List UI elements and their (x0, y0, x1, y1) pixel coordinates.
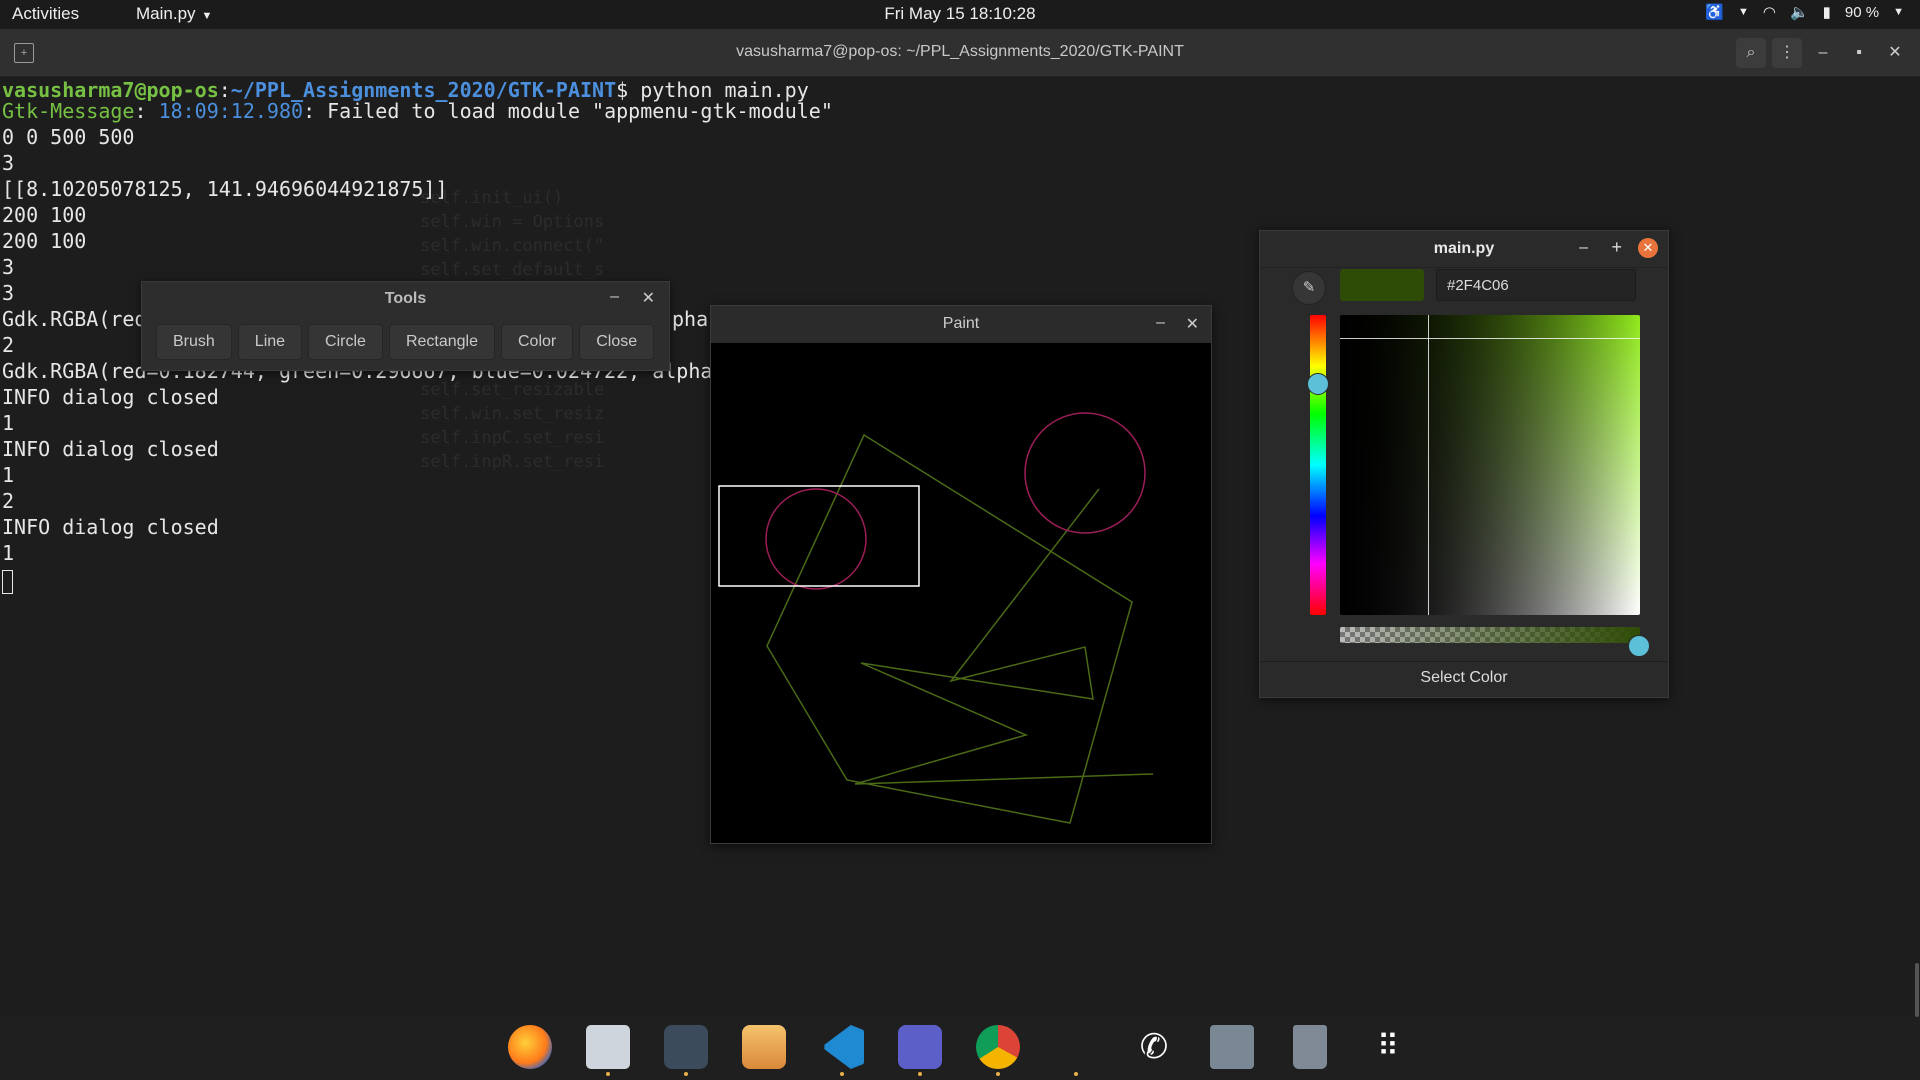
saturation-value-shade (1340, 315, 1640, 615)
tools-window: Tools – ✕ Brush Line Circle Rectangle Co… (141, 281, 670, 371)
chrome-icon[interactable] (976, 1025, 1020, 1069)
running-indicator (918, 1072, 922, 1076)
files-icon[interactable] (586, 1025, 630, 1069)
maximize-button[interactable]: + (1611, 237, 1622, 258)
terminal-icon[interactable] (664, 1025, 708, 1069)
output-line: INFO dialog closed (2, 515, 219, 539)
trash-icon[interactable] (1293, 1025, 1327, 1069)
close-tools-button[interactable]: Close (579, 324, 655, 360)
terminal-title: vasusharma7@pop-os: ~/PPL_Assignments_20… (736, 43, 1184, 60)
terminal-scrollbar[interactable] (1915, 963, 1919, 1017)
output-line: 0 0 500 500 (2, 125, 135, 149)
teams-icon[interactable] (898, 1025, 942, 1069)
output-line: Gdk.RGBA(red (2, 307, 147, 331)
running-indicator (684, 1072, 688, 1076)
output-line: [[8.10205078125, 141.94696044921875]] (2, 177, 448, 201)
minimize-button[interactable]: – (1156, 314, 1165, 332)
terminal-cursor (2, 570, 13, 594)
dock: ✆ ⠿ (0, 1017, 1920, 1080)
battery-level: 90 % (1844, 3, 1880, 21)
alpha-slider[interactable] (1340, 627, 1640, 643)
app-grid-icon[interactable]: ⠿ (1366, 1025, 1410, 1069)
output-line: INFO dialog closed (2, 385, 219, 409)
output-line: 2 (2, 489, 15, 513)
gtk-msg-time: 18:09:12.980 (158, 99, 304, 123)
alpha-slider-handle[interactable] (1628, 635, 1650, 657)
dialog-header: main.py – + ✕ (1260, 231, 1668, 268)
paint-window-title: Paint (942, 315, 980, 332)
firefox-icon[interactable] (508, 1025, 552, 1069)
minimize-button[interactable]: – (1808, 38, 1838, 68)
volume-icon: 🔈 (1789, 4, 1809, 21)
minimize-button[interactable]: – (1579, 239, 1588, 257)
hex-color-input[interactable]: #2F4C06 (1436, 269, 1636, 301)
circle-button[interactable]: Circle (308, 324, 383, 360)
gtk-msg-word: Message (50, 99, 135, 123)
output-line: 1 (2, 411, 15, 435)
output-line: 3 (2, 281, 15, 305)
output-line: 3 (2, 151, 15, 175)
accessibility-icon[interactable]: ♿ (1705, 3, 1724, 21)
output-line-tail: pha (672, 307, 709, 331)
clock[interactable]: Fri May 15 18:10:28 (0, 4, 1920, 24)
close-button[interactable]: ✕ (1638, 238, 1658, 258)
output-line: 1 (2, 541, 15, 565)
output-line: 200 100 (2, 203, 87, 227)
vscode-icon[interactable] (824, 1025, 864, 1069)
output-line: 200 100 (2, 229, 87, 253)
close-button[interactable]: ✕ (1186, 314, 1199, 334)
hue-slider-handle[interactable] (1307, 373, 1329, 395)
drawing-canvas[interactable] (711, 343, 1211, 843)
color-chooser-dialog: main.py – + ✕ ✎ #2F4C06 Select Color (1259, 230, 1669, 698)
dialog-title: main.py (1433, 240, 1495, 257)
hue-slider[interactable] (1310, 315, 1326, 615)
color-button[interactable]: Color (500, 324, 574, 360)
close-button[interactable]: ✕ (642, 288, 655, 308)
wifi-icon: ◠ (1762, 4, 1776, 21)
select-color-button[interactable]: Select Color (1260, 669, 1668, 687)
system-tray[interactable]: ♿ ▼ ◠ 🔈 ▮ 90 % ▼ (1705, 3, 1904, 22)
maximize-button[interactable]: ▪ (1844, 38, 1874, 68)
running-indicator (1074, 1072, 1078, 1076)
gtk-msg-text: : Failed to load module "appmenu-gtk-mod… (303, 99, 833, 123)
terminal-titlebar: + vasusharma7@pop-os: ~/PPL_Assignments_… (0, 29, 1920, 77)
battery-icon: ▮ (1822, 4, 1831, 21)
search-icon[interactable]: ⌕ (1736, 38, 1766, 68)
gtk-message-line: Gtk-Message: 18:09:12.980: Failed to loa… (2, 99, 833, 123)
rectangle-button[interactable]: Rectangle (388, 324, 495, 360)
running-indicator (840, 1072, 844, 1076)
disks-icon[interactable] (1210, 1025, 1254, 1069)
crosshair-horizontal (1340, 338, 1640, 339)
output-line: 3 (2, 255, 15, 279)
paint-window: Paint – ✕ (710, 305, 1212, 844)
canvas-background (711, 343, 1211, 843)
color-swatch (1340, 269, 1424, 301)
top-bar: Activities Main.py ▼ Fri May 15 18:10:28 … (0, 0, 1920, 29)
output-line: INFO dialog closed (2, 437, 219, 461)
app-store-icon[interactable] (742, 1025, 786, 1069)
output-line: 1 (2, 463, 15, 487)
brush-button[interactable]: Brush (156, 324, 232, 360)
phone-icon[interactable]: ✆ (1132, 1025, 1176, 1069)
output-line: 2 (2, 333, 15, 357)
minimize-button[interactable]: – (610, 288, 619, 306)
running-indicator (606, 1072, 610, 1076)
tools-window-title: Tools (384, 290, 427, 307)
close-button[interactable]: ✕ (1880, 38, 1910, 68)
crosshair-vertical (1428, 315, 1429, 615)
eyedropper-icon[interactable]: ✎ (1292, 271, 1326, 305)
chevron-down-icon[interactable]: ▼ (1738, 6, 1749, 18)
line-button[interactable]: Line (237, 324, 303, 360)
chevron-down-icon[interactable]: ▼ (1893, 6, 1904, 18)
menu-icon[interactable]: ⋮ (1772, 38, 1802, 68)
running-indicator (996, 1072, 1000, 1076)
